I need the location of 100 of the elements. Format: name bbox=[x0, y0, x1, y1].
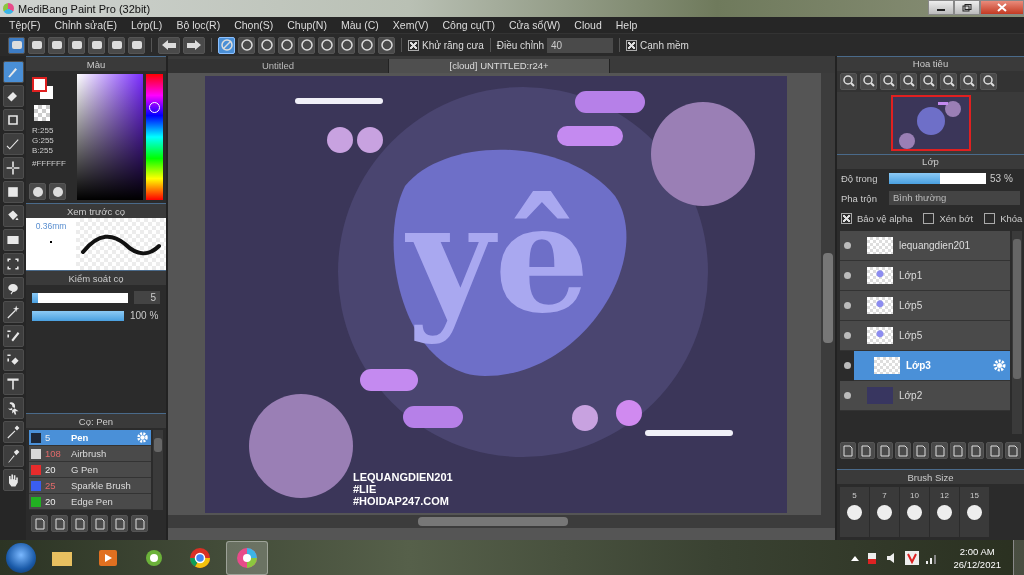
brush-size-field[interactable]: 5 bbox=[134, 291, 160, 304]
brush-action-button[interactable] bbox=[31, 515, 48, 532]
menu-item[interactable]: Xem(V) bbox=[385, 19, 436, 31]
tool-button[interactable] bbox=[2, 277, 24, 299]
brush-size-preset[interactable]: 12 bbox=[930, 487, 959, 537]
show-desktop-button[interactable] bbox=[1013, 540, 1024, 575]
opacity-slider[interactable] bbox=[32, 310, 124, 321]
layer-action-button[interactable] bbox=[968, 442, 985, 460]
clock-time[interactable]: 2:00 AM bbox=[959, 545, 995, 557]
tool-button[interactable] bbox=[2, 109, 24, 131]
menu-item[interactable]: Cloud bbox=[567, 19, 609, 31]
brush-action-button[interactable] bbox=[111, 515, 128, 532]
tool-button[interactable] bbox=[2, 61, 24, 83]
tool-button[interactable] bbox=[2, 157, 24, 179]
visibility-toggle[interactable] bbox=[844, 302, 851, 310]
navigator-button[interactable] bbox=[980, 72, 997, 90]
layer-action-button[interactable] bbox=[931, 442, 948, 460]
layer-option-checkbox[interactable] bbox=[923, 212, 935, 224]
tool-button[interactable] bbox=[2, 253, 24, 275]
layer-action-button[interactable] bbox=[894, 442, 912, 460]
tool-button[interactable] bbox=[2, 85, 24, 107]
tool-button[interactable] bbox=[2, 349, 24, 371]
tool-button[interactable] bbox=[2, 397, 24, 419]
brush-item[interactable]: 20 G Pen bbox=[29, 462, 151, 478]
document-tab[interactable]: Untitled bbox=[168, 59, 389, 73]
undo-button[interactable] bbox=[158, 36, 180, 54]
taskbar-button[interactable] bbox=[226, 540, 268, 575]
navigator-button[interactable] bbox=[900, 72, 917, 90]
tool-button[interactable] bbox=[2, 205, 24, 227]
visibility-toggle[interactable] bbox=[844, 272, 851, 280]
brush-size-preset[interactable]: 15 bbox=[960, 487, 989, 537]
redo-button[interactable] bbox=[183, 36, 205, 54]
layer-action-button[interactable] bbox=[986, 442, 1003, 460]
tool-button[interactable] bbox=[2, 301, 24, 323]
layer-action-button[interactable] bbox=[913, 442, 930, 460]
tool-button[interactable] bbox=[2, 181, 24, 203]
tool-button[interactable] bbox=[2, 469, 24, 491]
navigator-button[interactable] bbox=[860, 72, 877, 90]
v-icon[interactable] bbox=[905, 550, 920, 565]
menu-item[interactable]: Chỉnh sửa(E) bbox=[47, 19, 124, 31]
blend-dropdown[interactable]: Bình thường bbox=[889, 191, 1020, 206]
layer-action-button[interactable] bbox=[949, 442, 967, 460]
clock-date[interactable]: 26/12/2021 bbox=[953, 558, 1001, 570]
brush-item[interactable]: 25 Sparkle Brush bbox=[29, 478, 151, 494]
tool-button[interactable] bbox=[2, 325, 24, 347]
menu-item[interactable]: Chọn(S) bbox=[227, 19, 281, 31]
soft-edge-checkbox[interactable] bbox=[626, 39, 638, 51]
layer-action-button[interactable] bbox=[1004, 442, 1021, 460]
maximize-button[interactable] bbox=[954, 0, 980, 15]
brush-action-button[interactable] bbox=[51, 515, 68, 532]
tool-button[interactable] bbox=[2, 229, 24, 251]
hue-slider[interactable] bbox=[146, 74, 163, 200]
start-button[interactable] bbox=[6, 542, 36, 573]
tool-button[interactable] bbox=[2, 445, 24, 467]
color-swatches[interactable] bbox=[31, 76, 55, 102]
color-picker-square[interactable] bbox=[77, 74, 143, 200]
menu-item[interactable]: Bộ lọc(R) bbox=[169, 19, 228, 31]
menu-item[interactable]: Cửa sổ(W) bbox=[501, 19, 568, 31]
adjust-dropdown[interactable]: 40 bbox=[547, 37, 614, 53]
layer-item[interactable]: lequangdien201 bbox=[840, 231, 1010, 262]
minimize-button[interactable] bbox=[928, 0, 954, 15]
menu-item[interactable]: Chụp(N) bbox=[280, 19, 334, 31]
visibility-toggle[interactable] bbox=[844, 332, 851, 340]
navigator-button[interactable] bbox=[880, 72, 897, 90]
brush-action-button[interactable] bbox=[91, 515, 108, 532]
menu-item[interactable]: Help bbox=[608, 19, 645, 31]
navigator-button[interactable] bbox=[840, 72, 857, 90]
navigator-button[interactable] bbox=[960, 72, 977, 90]
antialias-checkbox[interactable] bbox=[408, 39, 419, 51]
caret-icon[interactable] bbox=[851, 554, 860, 561]
brush-action-button[interactable] bbox=[71, 515, 88, 532]
horizontal-scrollbar[interactable] bbox=[168, 515, 835, 528]
brush-size-preset[interactable]: 7 bbox=[870, 487, 899, 537]
layer-action-button[interactable] bbox=[858, 442, 875, 460]
brush-action-button[interactable] bbox=[131, 515, 148, 532]
layer-item[interactable]: Lớp2 bbox=[840, 381, 1010, 412]
scrollbar[interactable] bbox=[1012, 231, 1022, 435]
brush-size-preset[interactable]: 5 bbox=[840, 487, 869, 537]
snap-button[interactable] bbox=[358, 36, 375, 54]
document-tab[interactable]: [cloud] UNTITLED:r24+ bbox=[389, 59, 610, 73]
layer-opacity-slider[interactable] bbox=[889, 172, 986, 184]
transparent-swatch[interactable] bbox=[34, 105, 50, 121]
menu-item[interactable]: Lớp(L) bbox=[123, 19, 170, 31]
layer-option-checkbox[interactable] bbox=[984, 212, 996, 224]
brush-size-preset[interactable]: 10 bbox=[900, 487, 929, 537]
tool-button[interactable] bbox=[2, 421, 24, 443]
visibility-toggle[interactable] bbox=[844, 242, 851, 250]
tool-button[interactable] bbox=[2, 373, 24, 395]
brush-size-slider[interactable] bbox=[32, 292, 128, 303]
layer-action-button[interactable] bbox=[840, 442, 857, 460]
menu-item[interactable]: Tệp(F) bbox=[2, 19, 48, 31]
layer-option-checkbox[interactable] bbox=[841, 212, 852, 224]
close-button[interactable] bbox=[980, 0, 1024, 15]
menu-item[interactable]: Màu (C) bbox=[333, 19, 386, 31]
tool-button[interactable] bbox=[2, 133, 24, 155]
layer-item[interactable]: Lớp5 bbox=[840, 321, 1010, 352]
visibility-toggle[interactable] bbox=[844, 392, 851, 400]
visibility-toggle[interactable] bbox=[844, 362, 851, 370]
layer-action-button[interactable] bbox=[876, 442, 893, 460]
brush-item[interactable]: 108 Airbrush bbox=[29, 446, 151, 462]
